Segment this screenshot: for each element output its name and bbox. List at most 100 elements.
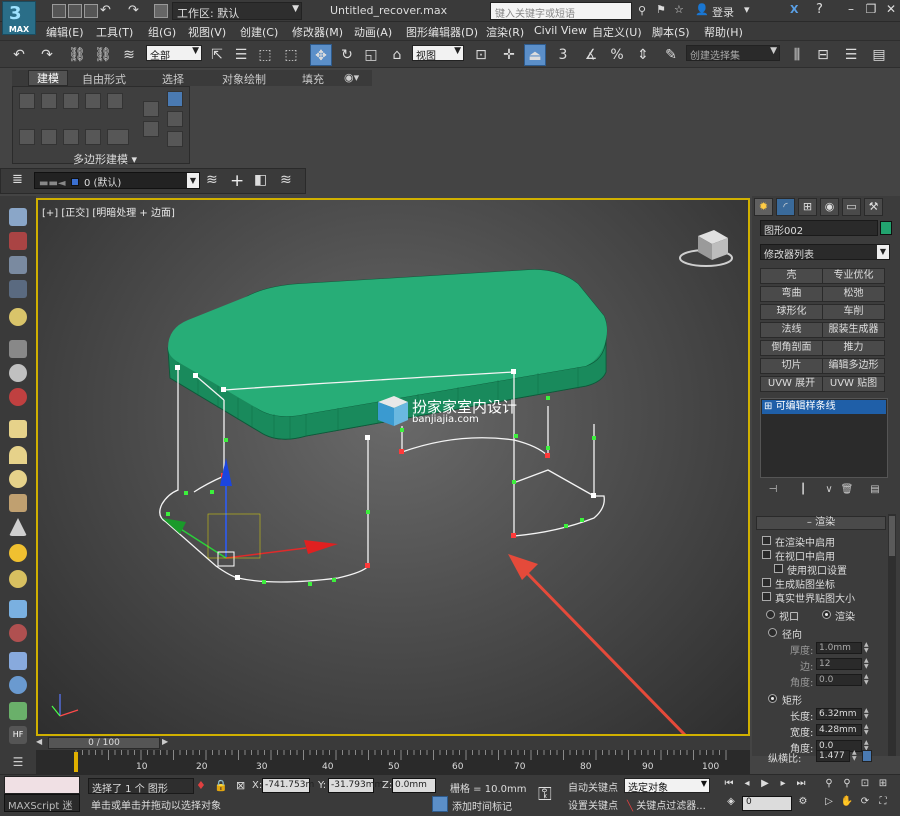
previous-modifier-icon[interactable] xyxy=(143,101,159,117)
maxscript-listener-input[interactable] xyxy=(4,776,80,794)
element-icon[interactable] xyxy=(107,93,123,109)
menu-customize[interactable]: 自定义(U) xyxy=(592,24,642,40)
close-button[interactable]: ✕ xyxy=(880,2,900,20)
vertex-icon[interactable] xyxy=(19,93,35,109)
redo-icon[interactable]: ↷ xyxy=(128,3,139,18)
generate-mapping-checkbox[interactable] xyxy=(762,578,771,587)
enable-in-viewport-checkbox[interactable] xyxy=(762,550,771,559)
modify-mode-icon[interactable] xyxy=(19,129,35,145)
modifier-button[interactable]: 弯曲 xyxy=(760,286,823,302)
enable-in-renderer-checkbox[interactable] xyxy=(762,536,771,545)
object-name-field[interactable]: 图形002 xyxy=(760,220,878,237)
favorites-star-icon[interactable]: ☆ xyxy=(674,3,684,16)
ribbon-options-icon[interactable]: ◉▾ xyxy=(344,71,359,84)
ribbon-panel-label[interactable]: 多边形建模 ▾ xyxy=(73,151,137,167)
remove-modifier-icon[interactable]: 🗑 xyxy=(840,484,854,498)
menu-group[interactable]: 组(G) xyxy=(148,24,176,40)
modifier-button[interactable]: 倒角剖面 xyxy=(760,340,823,356)
key-selection-set-dropdown[interactable]: 选定对象 ▼ xyxy=(624,778,710,794)
create-tab-icon[interactable]: ✹ xyxy=(754,198,773,216)
login-link[interactable]: 登录 xyxy=(712,4,734,20)
use-nurms-icon[interactable] xyxy=(167,111,183,127)
polygon-icon[interactable] xyxy=(85,93,101,109)
rollout-header[interactable]: – 渲染 xyxy=(756,516,886,530)
joint-icon[interactable] xyxy=(9,624,27,642)
expand-icon[interactable]: ⊞ xyxy=(764,401,772,412)
y-coordinate-field[interactable]: -31.793mm xyxy=(328,778,383,793)
next-frame-icon[interactable]: ▶ xyxy=(162,737,172,749)
motion-tab-icon[interactable]: ◉ xyxy=(820,198,839,216)
modifier-button[interactable]: 法线 xyxy=(760,322,823,338)
menu-modifiers[interactable]: 修改器(M) xyxy=(292,24,343,40)
time-slider[interactable]: ◀ 0 / 100 ▶ xyxy=(36,736,750,750)
track-bar[interactable]: 10 20 30 40 50 60 70 80 90 100 xyxy=(36,750,750,774)
rectangular-radio[interactable] xyxy=(768,694,777,703)
select-manipulate-icon[interactable]: ✛ xyxy=(498,44,520,66)
user-icon[interactable]: 👤 xyxy=(695,3,709,16)
chevron-down-icon[interactable]: ▾ xyxy=(744,3,750,16)
menu-animation[interactable]: 动画(A) xyxy=(354,24,392,40)
modifier-button[interactable]: 球形化 xyxy=(760,304,823,320)
field-of-view-icon[interactable]: ▷ xyxy=(822,796,836,810)
spinner-arrows-icon[interactable]: ▲ ▼ xyxy=(864,658,870,670)
lock-aspect-icon[interactable] xyxy=(862,750,872,762)
sphere-icon[interactable] xyxy=(9,470,27,488)
spinner-arrows-icon[interactable]: ▲ ▼ xyxy=(864,674,870,686)
select-move-icon[interactable]: ✥ xyxy=(310,44,332,66)
play-icon[interactable]: ▶ xyxy=(758,778,772,792)
link-icon[interactable]: ⛓ xyxy=(66,44,88,66)
open-file-icon[interactable] xyxy=(68,4,82,18)
tab-object-paint[interactable]: 对象绘制 xyxy=(222,71,266,87)
auto-key-button[interactable]: 自动关键点 xyxy=(566,778,622,794)
go-to-start-icon[interactable]: ⏮ xyxy=(722,778,736,792)
collapse-stack-icon[interactable] xyxy=(167,91,183,107)
show-end-result-icon[interactable]: ┃ xyxy=(796,484,810,498)
save-file-icon[interactable] xyxy=(84,4,98,18)
menu-edit[interactable]: 编辑(E) xyxy=(46,24,84,40)
z-coordinate-field[interactable]: 0.0mm xyxy=(392,778,436,793)
maximize-viewport-icon[interactable]: ⛶ xyxy=(876,796,890,810)
menu-rendering[interactable]: 渲染(R) xyxy=(486,24,524,40)
zoom-extents-icon[interactable]: ⊡ xyxy=(858,778,872,792)
modifier-button[interactable]: 松弛 xyxy=(822,286,885,302)
workspace-selector[interactable]: 工作区: 默认 ▼ xyxy=(172,2,302,20)
width-spinner[interactable]: 4.28mm xyxy=(816,724,862,736)
gear-icon[interactable] xyxy=(9,676,27,694)
select-object-icon[interactable]: ⇱ xyxy=(206,44,228,66)
render-setup-icon[interactable] xyxy=(9,280,27,298)
maxscript-mini-listener[interactable]: MAXScript 迷 xyxy=(4,794,80,812)
modifier-button[interactable]: UVW 展开 xyxy=(760,376,823,392)
renderer-radio[interactable] xyxy=(822,610,831,619)
use-viewport-settings-checkbox[interactable] xyxy=(774,564,783,573)
modifier-button[interactable]: 服装生成器 xyxy=(822,322,885,338)
helper-icon[interactable] xyxy=(9,364,27,382)
tab-selection[interactable]: 选择 xyxy=(162,71,184,87)
angle-spinner[interactable]: 0.0 xyxy=(816,674,862,686)
select-in-layer-icon[interactable]: ◧ xyxy=(254,172,267,188)
orbit-icon[interactable]: ⟳ xyxy=(858,796,872,810)
make-unique-icon[interactable]: ∨ xyxy=(822,484,836,498)
exchange-apps-icon[interactable]: X xyxy=(790,3,798,16)
move-gizmo[interactable] xyxy=(162,458,338,567)
time-config-icon[interactable]: ⚙ xyxy=(796,796,810,810)
show-end-result-icon[interactable] xyxy=(63,129,79,145)
rect-selection-icon[interactable]: ⬚ xyxy=(254,44,276,66)
current-layer-dropdown[interactable]: ▬▬◄ 0 (默认) ▼ xyxy=(34,172,200,189)
viewcube[interactable] xyxy=(679,230,733,267)
length-spinner[interactable]: 6.32mm xyxy=(816,708,862,720)
zoom-extents-all-icon[interactable]: ⊞ xyxy=(876,778,890,792)
snap-toggle-icon[interactable]: 3 xyxy=(552,44,574,66)
scrollbar-thumb[interactable] xyxy=(889,516,895,556)
tab-modeling[interactable]: 建模 xyxy=(28,70,68,86)
menu-create[interactable]: 创建(C) xyxy=(240,24,278,40)
named-selection-dropdown[interactable]: 创建选择集 ▼ xyxy=(686,45,780,62)
search-input[interactable]: 键入关键字或短语 xyxy=(490,2,632,20)
key-filters-button[interactable]: ╲ 关键点过滤器... xyxy=(624,796,714,812)
tab-freeform[interactable]: 自由形式 xyxy=(82,71,126,87)
modifier-list-dropdown[interactable]: 修改器列表 ▼ xyxy=(760,244,890,261)
light-icon[interactable] xyxy=(9,308,27,326)
radial-radio[interactable] xyxy=(768,628,777,637)
window-crossing-icon[interactable]: ⬚ xyxy=(280,44,302,66)
project-folder-icon[interactable] xyxy=(154,4,168,18)
keyboard-shortcut-toggle-icon[interactable]: ⏏ xyxy=(524,44,546,66)
